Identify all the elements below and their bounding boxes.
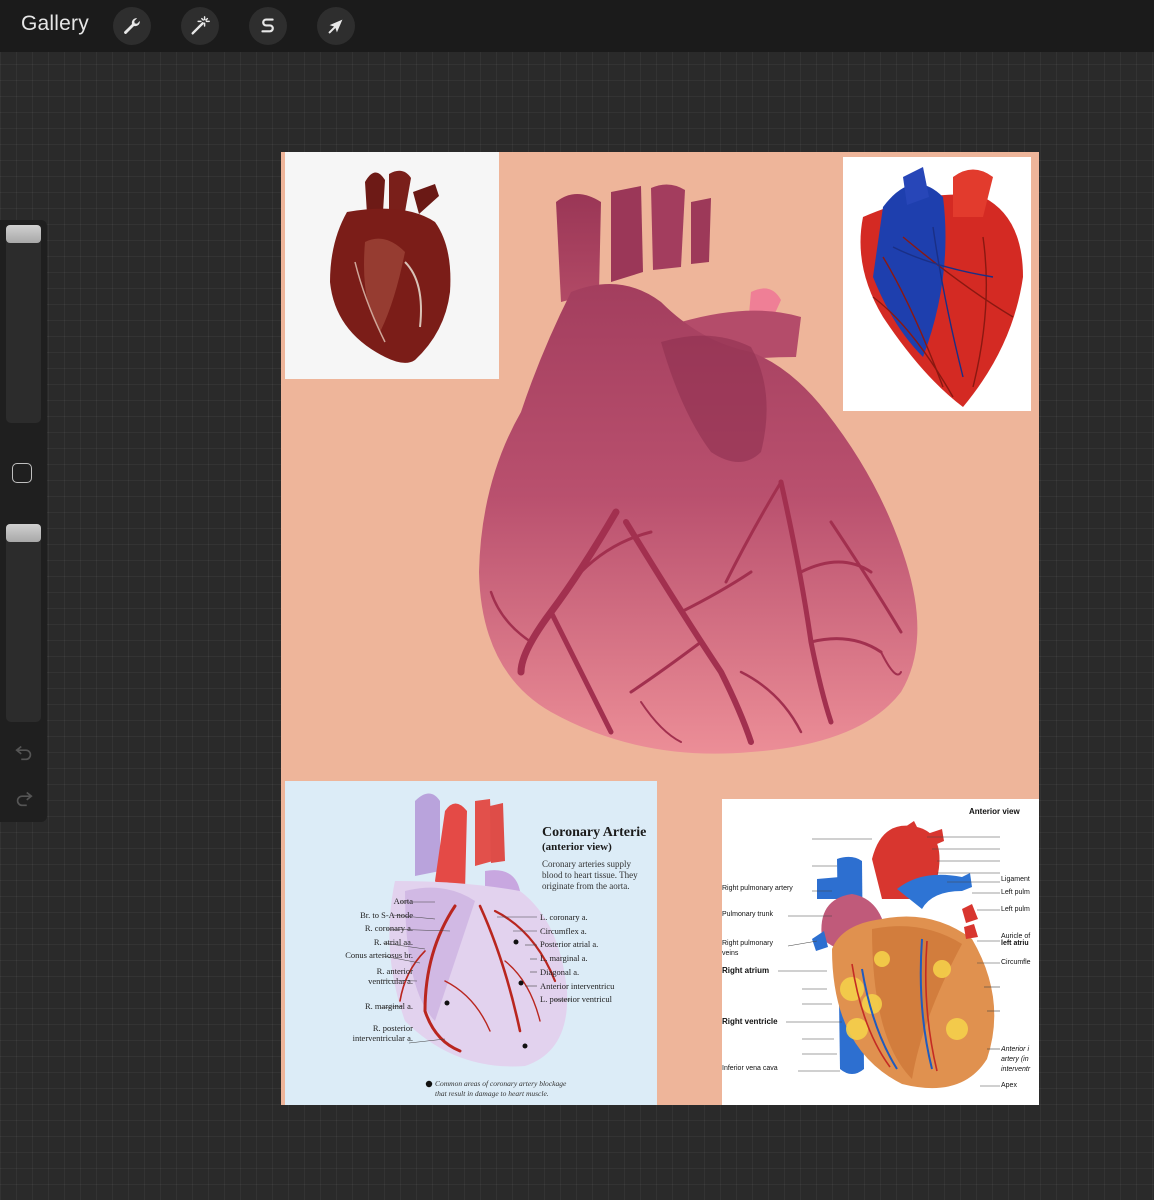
label-inferior-vena-cava: Inferior vena cava (722, 1065, 778, 1072)
label-artery-in: artery (in (1001, 1056, 1029, 1063)
label-pulmonary-trunk: Pulmonary trunk (722, 911, 773, 918)
opacity-slider[interactable] (6, 524, 41, 722)
arrow-cursor-icon (328, 19, 343, 34)
label-right-pulmonary: Right pulmonary (722, 940, 773, 947)
label-left-atrium: left atriu (1001, 940, 1029, 947)
coronary-arteries-diagram: Coronary Arterie (anterior view) Coronar… (285, 781, 657, 1105)
magic-wand-icon (191, 16, 210, 35)
anterior-view-diagram: Anterior view Right pulmonary artery Pul… (722, 799, 1039, 1105)
label-auricle-of: Auricle of (1001, 933, 1031, 940)
selection-button[interactable] (249, 7, 287, 45)
label-circumflex: Circumfle (1001, 959, 1031, 966)
top-toolbar: Gallery (0, 0, 1154, 52)
label-veins: veins (722, 950, 739, 957)
coronary-footnote: Common areas of coronary artery blockage… (435, 1079, 566, 1099)
wrench-icon (124, 18, 140, 34)
vascular-cast-image (860, 167, 1023, 407)
brush-size-thumb[interactable] (6, 225, 41, 243)
gallery-button[interactable]: Gallery (21, 12, 89, 36)
redo-button[interactable] (12, 786, 36, 810)
anterior-heart-drawing (778, 821, 1000, 1089)
footnote-line: Common areas of coronary artery blockage (435, 1079, 567, 1088)
actions-button[interactable] (113, 7, 151, 45)
label-right-ventricle: Right ventricle (722, 1017, 778, 1026)
realistic-heart-image (330, 170, 451, 363)
label-apex: Apex (1001, 1082, 1017, 1089)
anterior-right-labels: Ligament Left pulm Left pulm Auricle of … (1001, 799, 1039, 1105)
label-left-pulm-2: Left pulm (1001, 906, 1030, 913)
heart-photo-vascular-cast (843, 157, 1031, 411)
modify-button[interactable] (12, 463, 32, 483)
label-left-pulm-1: Left pulm (1001, 889, 1030, 896)
heart-photo-realistic (285, 152, 499, 379)
drawing-canvas[interactable]: Coronary Arterie (anterior view) Coronar… (281, 152, 1039, 1105)
label-interventr: interventr (1001, 1066, 1031, 1073)
label-right-pulmonary-artery: Right pulmonary artery (722, 885, 793, 892)
undo-icon (15, 745, 32, 761)
label-ligament: Ligament (1001, 876, 1030, 883)
transform-button[interactable] (317, 7, 355, 45)
selection-s-icon (261, 18, 274, 33)
label-anterior-i: Anterior i (1001, 1046, 1030, 1053)
left-sidebar (0, 220, 47, 822)
footnote-line: that result in damage to heart muscle. (435, 1089, 549, 1098)
redo-icon (16, 791, 33, 807)
adjustments-button[interactable] (181, 7, 219, 45)
label-right-atrium: Right atrium (722, 966, 770, 975)
brush-size-slider[interactable] (6, 225, 41, 423)
undo-button[interactable] (12, 740, 36, 764)
coronary-leader-lines (380, 901, 571, 1044)
opacity-thumb[interactable] (6, 524, 41, 542)
